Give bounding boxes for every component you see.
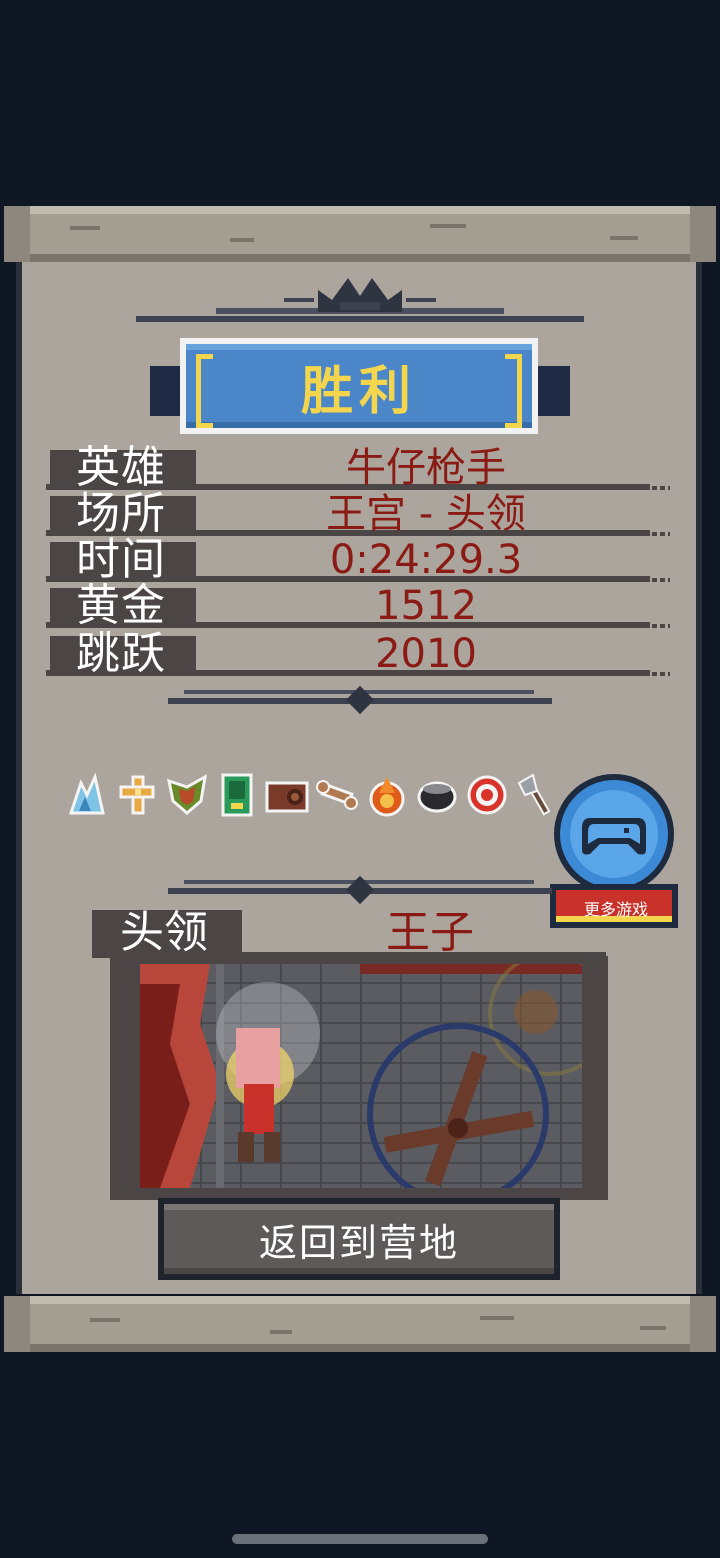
stat-value: 牛仔枪手: [346, 445, 506, 491]
more-games-button[interactable]: 更多游戏: [546, 772, 682, 940]
holy-cross-icon[interactable]: [114, 772, 160, 818]
divider-ornament: [0, 684, 720, 718]
divider-ornament-2: [0, 874, 720, 908]
victory-screen: 胜利 英雄 牛仔枪手 场所 王宫 - 头领 时间 0:24:29.3 黄金 15…: [0, 0, 720, 1558]
bone-icon[interactable]: [314, 772, 360, 818]
boss-label: 头领: [120, 907, 208, 958]
victory-title: 胜利: [300, 361, 417, 422]
crystal-icon[interactable]: [64, 772, 110, 818]
log-barrel-icon[interactable]: [264, 772, 310, 818]
scroll-top-rod: [4, 206, 716, 262]
scroll-bottom-rod: [4, 1296, 716, 1352]
gamepad-icon: [582, 818, 646, 855]
stat-value: 王宫 - 头领: [326, 491, 526, 537]
cauldron-icon[interactable]: [414, 772, 460, 818]
collected-items: [64, 772, 560, 822]
leaf-armor-icon[interactable]: [164, 772, 210, 818]
crown-ornament: [0, 272, 720, 336]
return-to-camp-button[interactable]: 返回到营地: [158, 1198, 560, 1280]
stat-value: 0:24:29.3: [329, 537, 523, 583]
fire-orb-icon[interactable]: [364, 772, 410, 818]
boss-screenshot: [140, 964, 582, 1188]
stat-label: 跳跃: [76, 628, 166, 679]
victory-banner: 胜利: [150, 332, 570, 444]
stat-row-gold: 黄金 1512: [46, 580, 670, 631]
target-icon[interactable]: [464, 772, 510, 818]
stat-value: 2010: [375, 631, 477, 677]
stat-value: 1512: [375, 583, 477, 629]
stat-row-jumps: 跳跃 2010: [46, 628, 670, 679]
return-to-camp-label: 返回到营地: [258, 1220, 459, 1265]
green-card-icon[interactable]: [214, 772, 260, 818]
home-indicator[interactable]: [232, 1534, 488, 1544]
